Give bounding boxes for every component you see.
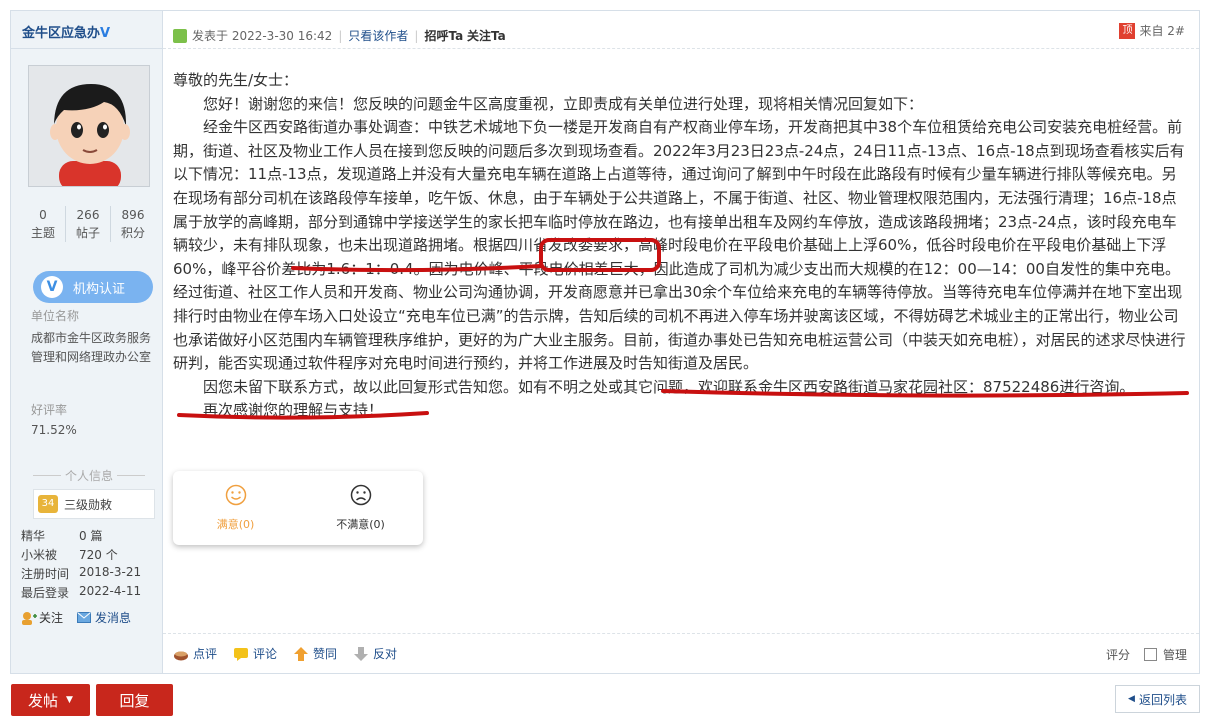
greet-link[interactable]: 招呼Ta [424,27,463,44]
only-author-link[interactable]: 只看该作者 [348,27,408,44]
manage-area: 评分 管理 [1106,646,1187,663]
verify-label: 机构认证 [73,281,126,297]
thumb-up-icon [294,646,309,661]
rating-value: 71.52% [31,423,77,437]
back-label: 返回列表 [1138,692,1187,707]
action-label: 赞同 [313,647,338,661]
action-label: 评论 [253,647,278,661]
info-row: 最后登录 2022-4-11 [21,584,161,601]
info-row: 小米被 720 个 [21,546,161,563]
v-badge-icon: V [100,26,111,41]
info-key: 小米被 [21,548,58,562]
paragraph: 再次感谢您的理解与支持！ [203,401,384,420]
info-key: 精华 [21,529,46,543]
stat-label: 主题 [30,226,55,240]
info-value: 2022-4-11 [79,584,142,598]
satisfied-button[interactable]: 满意(0) [173,471,298,545]
stat-label: 积分 [120,226,145,240]
post-main: 发表于 2022-3-30 16:42 | 只看该作者 | 招呼Ta 关注Ta … [163,11,1199,673]
org-verify-badge[interactable]: V 机构认证 [33,271,153,303]
score-link[interactable]: 评分 [1106,646,1130,663]
stat-label: 帖子 [75,226,100,240]
chevron-left-icon: ◀ [1128,694,1135,704]
thumb-down-icon [354,646,369,661]
post-action-bar: 点评 评论 赞同 反对 评分 管理 [163,633,1199,673]
post-time: 发表于 2022-3-30 16:42 [192,29,333,43]
author-name[interactable]: 金牛区应急办 [22,26,100,41]
info-row: 精华 0 篇 [21,527,161,544]
level-icon: 34 [38,495,58,513]
paragraph: 经金牛区西安路街道办事处调查：中铁艺术城地下负一楼是开发商自有产权商业停车场，开… [173,118,1186,373]
unsatisfied-button[interactable]: 不满意(0) [298,471,423,545]
message-label: 发消息 [95,611,132,625]
new-post-label: 发帖 [28,691,59,710]
mail-icon [77,612,92,623]
paragraph: 尊敬的先生/女士： [173,71,299,89]
follow-icon [22,611,37,625]
floor-number: 来自 2# [1139,24,1185,38]
smile-icon [225,484,246,506]
post-container: 金牛区应急办V 0 主题 266 帖子 896 积分 V 机构认证 单位名称 成… [10,10,1200,674]
author-stats: 0 主题 266 帖子 896 积分 [21,206,155,242]
new-post-button[interactable]: 发帖 ▼ [11,684,90,716]
comment-icon [234,647,249,661]
verify-icon: V [41,276,63,298]
section-title: 个人信息 [29,467,149,484]
frown-icon [350,484,371,506]
paragraph: 因您未留下联系方式，故以此回复形式告知您。如有不明之处或其它问题，欢迎联系金牛区… [203,377,1135,396]
level-badge: 34 三级勋敕 [33,489,155,519]
author-name-row[interactable]: 金牛区应急办V [11,11,162,49]
upvote-button[interactable]: 赞同 [293,645,337,662]
message-link[interactable]: 发消息 [77,609,131,626]
follow-link[interactable]: 关注 [21,609,63,626]
online-icon [173,28,187,43]
info-row: 注册时间 2018-3-21 [21,565,161,582]
follow-author-link[interactable]: 关注Ta [467,27,506,44]
level-label: 三级勋敕 [64,497,113,512]
downvote-button[interactable]: 反对 [353,645,397,662]
stat-posts[interactable]: 266 帖子 [65,206,110,242]
satisfied-label: 满意(0) [216,518,255,531]
back-to-list-button[interactable]: ◀ 返回列表 [1115,685,1200,713]
stat-points[interactable]: 896 积分 [110,206,155,242]
unit-value: 成都市金牛区政务服务管理和网络理政办公室 [31,331,152,364]
stat-value: 896 [121,208,145,222]
paragraph: 您好！谢谢您的来信！您反映的问题金牛区高度重视，立即责成有关单位进行处理，现将相… [203,94,924,113]
info-value: 720 个 [79,548,118,562]
info-key: 最后登录 [21,586,70,600]
rating-panel: 满意(0) 不满意(0) [173,471,423,545]
manage-label: 管理 [1162,648,1187,662]
manage-checkbox[interactable] [1143,648,1157,661]
rating-label: 好评率 [31,403,68,417]
follow-label: 关注 [39,611,64,625]
info-key: 注册时间 [21,567,70,581]
comment-button[interactable]: 评论 [233,645,277,662]
info-value: 2018-3-21 [79,565,142,579]
stat-value: 266 [76,208,100,222]
post-content: 尊敬的先生/女士： 您好！谢谢您的来信！您反映的问题金牛区高度重视，立即责成有关… [173,69,1188,423]
reply-button[interactable]: 回复 [96,684,173,716]
author-sidebar: 金牛区应急办V 0 主题 266 帖子 896 积分 V 机构认证 单位名称 成… [11,11,163,673]
post-header: 发表于 2022-3-30 16:42 | 只看该作者 | 招呼Ta 关注Ta [163,11,1199,49]
top-icon[interactable]: 顶 [1119,22,1136,39]
info-value: 0 篇 [79,529,103,543]
chevron-down-icon: ▼ [66,695,73,705]
stat-value: 0 [39,208,47,222]
stat-topics[interactable]: 0 主题 [21,206,65,242]
cup-icon [174,651,188,660]
comment-rate-button[interactable]: 点评 [173,645,217,662]
author-actions: 关注 发消息 [21,609,131,626]
unit-label: 单位名称 [31,309,80,323]
floor-info: 顶 来自 2# [1119,22,1185,39]
avatar[interactable] [28,65,150,187]
action-label: 反对 [373,647,398,661]
reply-label: 回复 [119,691,150,710]
unsatisfied-label: 不满意(0) [336,518,385,531]
action-label: 点评 [193,647,218,661]
